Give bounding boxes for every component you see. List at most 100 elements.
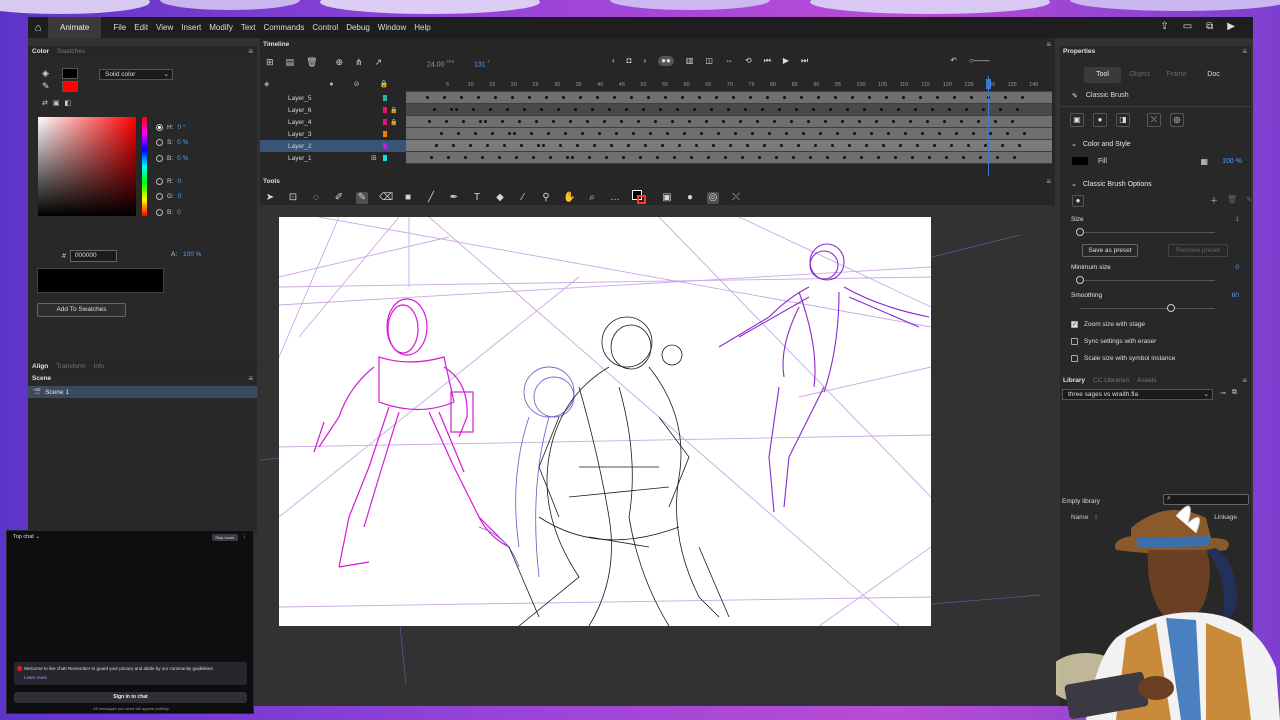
keyframe-dot[interactable] [948, 108, 951, 111]
keyframe-dot[interactable] [717, 132, 720, 135]
scene-item[interactable]: 🎬 Scene 1 [28, 386, 257, 398]
keyframe-dot[interactable] [1018, 144, 1021, 147]
keyframe-dot[interactable] [571, 156, 574, 159]
keyframe-dot[interactable] [773, 120, 776, 123]
keyframe-dot[interactable] [666, 132, 669, 135]
classic-brush-icon[interactable]: ✎ [356, 192, 368, 204]
keyframe-dot[interactable] [904, 132, 907, 135]
keyframe-dot[interactable] [654, 120, 657, 123]
lasso-icon[interactable]: ◌ [310, 192, 322, 204]
layer-row[interactable]: Layer_3 [260, 128, 406, 140]
keyframe-dot[interactable] [831, 144, 834, 147]
keyframe-dot[interactable] [511, 96, 514, 99]
keyframe-dot[interactable] [508, 132, 511, 135]
keyframe-dot[interactable] [673, 156, 676, 159]
keyframe-dot[interactable] [972, 132, 975, 135]
keyframe-dot[interactable] [693, 108, 696, 111]
frame-track[interactable] [406, 116, 1052, 128]
keyframe-dot[interactable] [443, 96, 446, 99]
keyframe-dot[interactable] [819, 132, 822, 135]
pen-icon[interactable]: ✒ [448, 192, 460, 204]
zoom-slider-icon[interactable]: ○—— [969, 56, 990, 66]
keyframe-dot[interactable] [557, 108, 560, 111]
radio-s[interactable] [156, 139, 163, 147]
tab-swatches[interactable]: Swatches [57, 48, 85, 55]
fill-swatch[interactable] [62, 68, 78, 79]
keyframe-dot[interactable] [460, 96, 463, 99]
parent-view-icon[interactable]: ⊕ [336, 57, 344, 68]
keyframe-dot[interactable] [887, 132, 890, 135]
keyframe-dot[interactable] [945, 156, 948, 159]
keyframe-dot[interactable] [581, 132, 584, 135]
brush-mode-icon[interactable]: ◎ [707, 192, 719, 204]
keyframe-dot[interactable] [642, 108, 645, 111]
no-color-icon[interactable]: ▣ [53, 99, 60, 107]
layer-color-chip[interactable] [383, 95, 387, 101]
keyframe-dot[interactable] [814, 144, 817, 147]
keyframe-dot[interactable] [566, 156, 569, 159]
keyframe-dot[interactable] [481, 156, 484, 159]
keyframe-dot[interactable] [809, 156, 812, 159]
layer-row[interactable]: Layer_1 ⊞ [260, 152, 406, 164]
alpha-value[interactable]: 100 % [183, 251, 201, 258]
insert-keyframe-icon[interactable]: ◘ [627, 56, 632, 66]
zoom-icon[interactable]: ⌕ [586, 192, 598, 204]
keyframe-dot[interactable] [639, 156, 642, 159]
keyframe-dot[interactable] [802, 132, 805, 135]
keyframe-dot[interactable] [744, 108, 747, 111]
keyframe-dot[interactable] [892, 120, 895, 123]
smoothing-slider-knob[interactable] [1167, 304, 1175, 312]
menu-file[interactable]: File [109, 23, 130, 32]
eraser-icon[interactable]: ⌫ [379, 192, 393, 204]
keyframe-dot[interactable] [649, 132, 652, 135]
keyframe-dot[interactable] [440, 132, 443, 135]
center-frame-icon[interactable]: ⇔ [725, 56, 733, 66]
keyframe-dot[interactable] [515, 156, 518, 159]
keyframe-dot[interactable] [763, 144, 766, 147]
fps-readout[interactable]: 24.00 FPS [427, 59, 454, 68]
checkbox[interactable] [1071, 355, 1078, 362]
brush-shape-icon[interactable]: ● [1093, 113, 1107, 127]
keyframe-dot[interactable] [885, 96, 888, 99]
keyframe-dot[interactable] [695, 144, 698, 147]
keyframe-dot[interactable] [989, 132, 992, 135]
keyframe-dot[interactable] [506, 108, 509, 111]
layer-color-chip[interactable] [383, 131, 387, 137]
new-folder-icon[interactable]: ▤ [286, 57, 295, 68]
keyframe-dot[interactable] [610, 144, 613, 147]
keyframe-dot[interactable] [1021, 96, 1024, 99]
keyframe-dot[interactable] [984, 144, 987, 147]
menu-help[interactable]: Help [410, 23, 434, 32]
keyframe-dot[interactable] [462, 120, 465, 123]
play-icon[interactable]: ▶ [783, 56, 789, 66]
more-tools-icon[interactable]: … [609, 192, 621, 204]
keyframe-dot[interactable] [868, 96, 871, 99]
keyframe-dot[interactable] [598, 132, 601, 135]
keyframe-dot[interactable] [591, 108, 594, 111]
keyframe-dot[interactable] [797, 144, 800, 147]
keyframe-dot[interactable] [564, 132, 567, 135]
keyframe-dot[interactable] [464, 156, 467, 159]
keyframe-dot[interactable] [766, 96, 769, 99]
keyframe-dot[interactable] [761, 108, 764, 111]
frame-ruler[interactable]: 5 10 15 20 25 30 35 40 45 50 55 60 65 70 75 80 85 90 95 100… [406, 76, 1052, 92]
pressure-icon[interactable]: ⤬ [1147, 113, 1161, 127]
keyframe-dot[interactable] [909, 120, 912, 123]
fill-swatch[interactable] [1072, 157, 1088, 165]
keyframe-dot[interactable] [494, 96, 497, 99]
keyframe-dot[interactable] [982, 108, 985, 111]
keyframe-dot[interactable] [1006, 132, 1009, 135]
current-frame[interactable]: 131 F [474, 59, 490, 68]
zoom-size-checkbox-row[interactable]: ✓ Zoom size with stage [1071, 321, 1145, 328]
learn-more-link[interactable]: Learn more [24, 675, 237, 680]
keyframe-dot[interactable] [1023, 132, 1026, 135]
keyframe-dot[interactable] [732, 96, 735, 99]
keyframe-dot[interactable] [860, 156, 863, 159]
save-preset-button[interactable]: Save as preset [1082, 244, 1138, 257]
keyframe-dot[interactable] [698, 96, 701, 99]
tab-color[interactable]: Color [32, 48, 49, 55]
keyframe-dot[interactable] [826, 156, 829, 159]
keyframe-dot[interactable] [858, 120, 861, 123]
keyframe-dot[interactable] [430, 156, 433, 159]
checkbox-checked[interactable]: ✓ [1071, 321, 1078, 328]
